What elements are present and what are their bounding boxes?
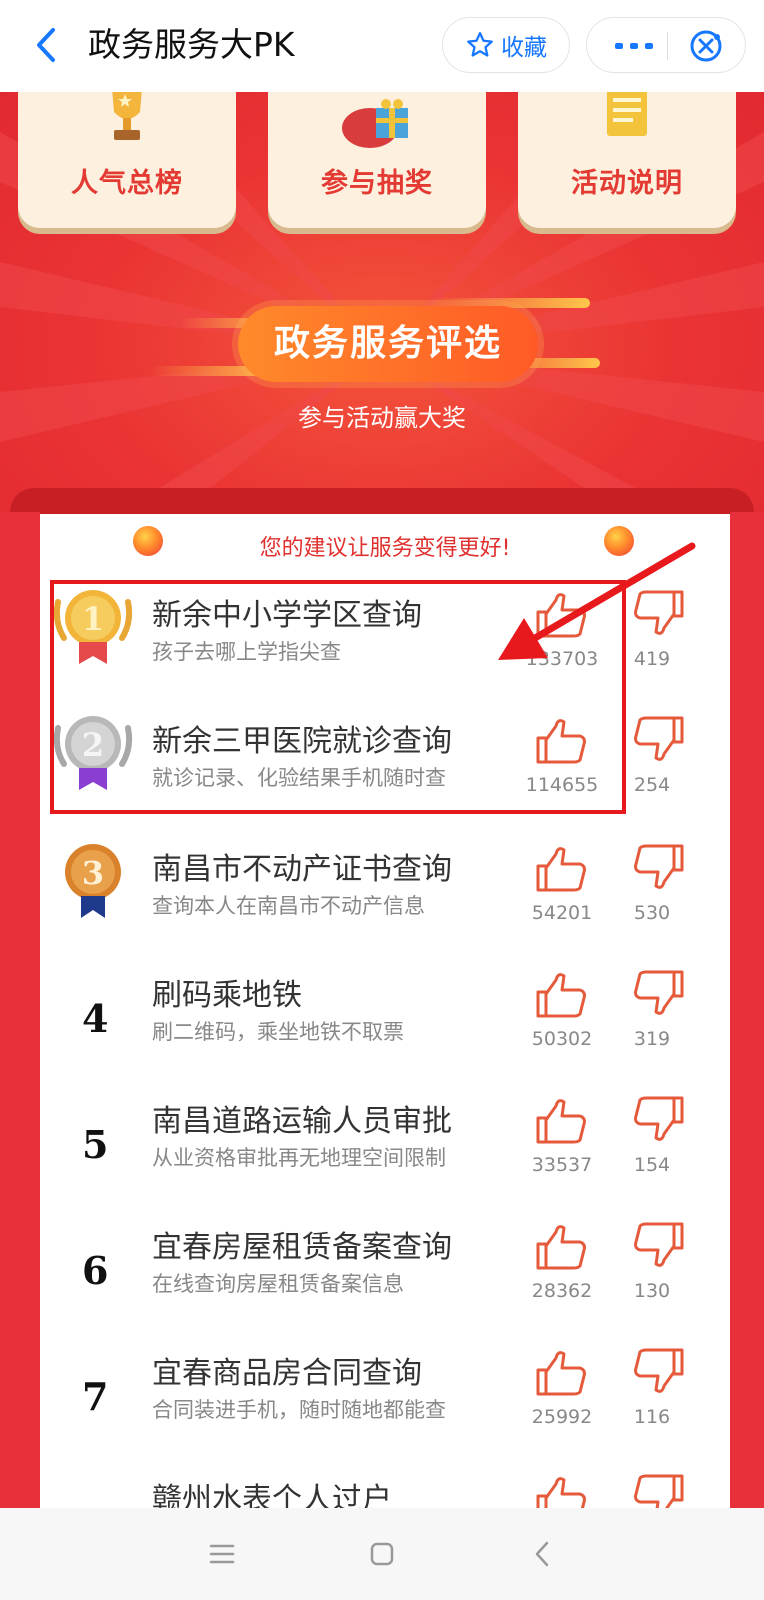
thumbs-down-icon[interactable] (628, 714, 688, 764)
service-name: 南昌道路运输人员审批 (152, 1104, 452, 1139)
home-square-icon (370, 1542, 394, 1566)
menu-icon (209, 1544, 235, 1564)
rank-badge: 5 (52, 1078, 134, 1206)
rank-number: 7 (82, 1374, 109, 1419)
system-navigation-bar (0, 1508, 764, 1600)
like-count: 33537 (531, 1154, 593, 1176)
system-back-button[interactable] (522, 1534, 562, 1574)
thumbs-up-icon[interactable] (532, 1348, 592, 1398)
service-description: 查询本人在南昌市不动产信息 (152, 894, 425, 918)
banner-heading: 政务服务评选 (273, 323, 502, 364)
thumbs-down-icon[interactable] (628, 1220, 688, 1270)
banner: 人气总榜 参与抽奖 活动说明 政务服务评选 参与活动赢大奖 (0, 92, 764, 512)
favorite-label: 收藏 (501, 35, 547, 61)
service-description: 在线查询房屋租赁备案信息 (152, 1272, 404, 1296)
list-item[interactable]: 6 宜春房屋租赁备案查询 在线查询房屋租赁备案信息 28362 130 (40, 1204, 730, 1332)
like-count: 54201 (531, 902, 593, 924)
service-description: 从业资格审批再无地理空间限制 (152, 1146, 446, 1170)
thumbs-up-icon[interactable] (532, 1222, 592, 1272)
rank-number: 6 (82, 1248, 109, 1293)
like-count: 50302 (531, 1028, 593, 1050)
dislike-count: 254 (633, 774, 671, 796)
service-name: 刷码乘地铁 (152, 978, 302, 1013)
star-icon (467, 32, 493, 57)
mini-program-capsule (586, 17, 746, 73)
service-name: 南昌市不动产证书查询 (152, 852, 452, 887)
panel-border-left (0, 512, 40, 1552)
gift-bag-icon (342, 99, 408, 148)
rank-number: 4 (82, 996, 109, 1041)
chevron-left-icon (535, 1541, 549, 1567)
rank-badge: 6 (52, 1204, 134, 1332)
thumbs-up-icon[interactable] (532, 1096, 592, 1146)
close-circle-icon (690, 30, 722, 62)
thumbs-down-icon[interactable] (628, 968, 688, 1018)
popularity-ranking-card[interactable]: 人气总榜 (18, 92, 236, 228)
service-description: 刷二维码，乘坐地铁不取票 (152, 1020, 404, 1044)
document-icon (607, 92, 647, 136)
chevron-left-icon (37, 28, 55, 62)
service-name: 宜春房屋租赁备案查询 (152, 1230, 452, 1265)
like-count: 28362 (531, 1280, 593, 1302)
service-description: 合同装进手机，随时随地都能查 (152, 1398, 446, 1422)
lottery-label: 参与抽奖 (321, 168, 433, 199)
panel-border-right (730, 512, 764, 1552)
thumbs-down-icon[interactable] (628, 1346, 688, 1396)
list-item[interactable]: 4 刷码乘地铁 刷二维码，乘坐地铁不取票 50302 319 (40, 952, 730, 1080)
list-item[interactable]: 7 宜春商品房合同查询 合同装进手机，随时随地都能查 25992 116 (40, 1330, 730, 1458)
dislike-count: 154 (633, 1154, 671, 1176)
thumbs-up-icon[interactable] (532, 970, 592, 1020)
dislike-count: 130 (633, 1280, 671, 1302)
close-button[interactable] (687, 28, 725, 64)
rank-number: 5 (82, 1122, 109, 1167)
page-title: 政务服务大PK (88, 25, 295, 64)
list-item[interactable]: 3 南昌市不动产证书查询 查询本人在南昌市不动产信息 54201 530 (40, 826, 730, 954)
trophy-icon (112, 92, 142, 140)
like-count: 25992 (531, 1406, 593, 1428)
activity-info-label: 活动说明 (571, 168, 683, 199)
service-name: 宜春商品房合同查询 (152, 1356, 422, 1391)
list-item[interactable]: 5 南昌道路运输人员审批 从业资格审批再无地理空间限制 33537 154 (40, 1078, 730, 1206)
annotation-arrow-icon (498, 542, 696, 660)
back-button[interactable] (26, 22, 66, 68)
dislike-count: 530 (633, 902, 671, 924)
capsule-divider (667, 32, 668, 60)
thumbs-down-icon[interactable] (628, 1094, 688, 1144)
bronze-medal-icon: 3 (52, 826, 134, 954)
banner-subtitle: 参与活动赢大奖 (298, 404, 466, 432)
dislike-count: 319 (633, 1028, 671, 1050)
title-bar: 政务服务大PK 收藏 (0, 0, 764, 92)
rank-badge: 4 (52, 952, 134, 1080)
thumbs-up-icon[interactable] (532, 844, 592, 894)
thumbs-down-icon[interactable] (628, 842, 688, 892)
more-dots-icon (615, 43, 653, 49)
lottery-card[interactable]: 参与抽奖 (268, 92, 486, 228)
activity-info-card[interactable]: 活动说明 (518, 92, 736, 228)
rank-badge: 7 (52, 1330, 134, 1458)
dislike-count: 116 (633, 1406, 671, 1428)
home-button[interactable] (362, 1534, 402, 1574)
svg-text:3: 3 (82, 854, 104, 892)
favorite-button[interactable]: 收藏 (442, 17, 570, 73)
popularity-ranking-label: 人气总榜 (71, 168, 183, 199)
menu-button[interactable] (202, 1534, 242, 1574)
more-button[interactable] (609, 32, 659, 60)
